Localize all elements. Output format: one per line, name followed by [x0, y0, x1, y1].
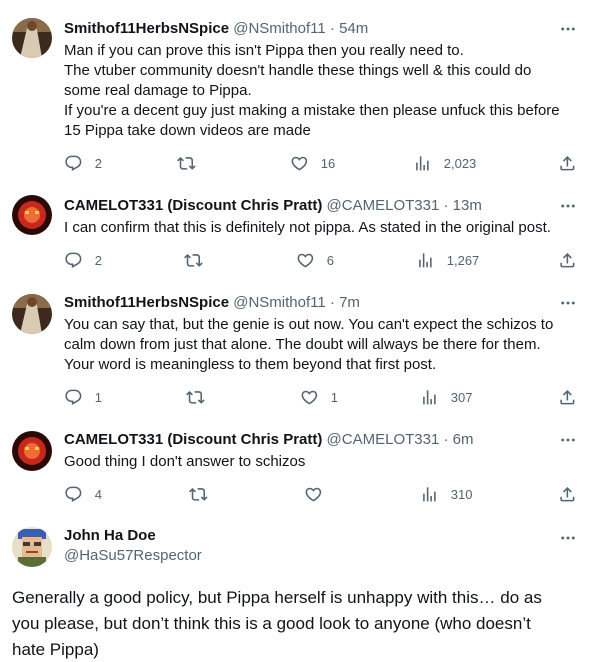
display-name[interactable]: CAMELOT331 (Discount Chris Pratt) [64, 431, 322, 448]
reply-button[interactable]: 2 [64, 153, 102, 173]
like-icon [304, 485, 323, 504]
user-handle[interactable]: @NSmithof11 [233, 20, 325, 37]
repost-button[interactable] [184, 250, 215, 270]
user-handle[interactable]: @CAMELOT331 [327, 197, 440, 214]
user-handle[interactable]: @CAMELOT331 [327, 431, 440, 448]
share-icon [558, 154, 577, 173]
views-button[interactable]: 310 [420, 484, 472, 504]
views-count: 310 [450, 486, 473, 502]
repost-button[interactable] [186, 387, 217, 407]
display-name[interactable]: John Ha Doe [64, 527, 156, 544]
tweet-actions: 2 6 1,267 [0, 250, 603, 270]
reply-icon [64, 485, 83, 504]
reply-count: 4 [94, 486, 102, 502]
display-name[interactable]: Smithof11HerbsNSpice [64, 20, 229, 37]
separator: · [439, 197, 453, 214]
tweet-actions: 2 16 2,023 [0, 153, 603, 173]
like-icon [296, 251, 315, 270]
share-icon [558, 251, 577, 270]
tweet-actions: 4 310 [0, 484, 603, 504]
tweet-text: Good thing I don't answer to schizos [64, 453, 306, 470]
like-count: 16 [320, 155, 336, 171]
reply-tweet[interactable]: Smithof11HerbsNSpice @NSmithof11 · 7m Yo… [0, 280, 603, 420]
tweet-header: John Ha Doe [64, 526, 563, 546]
reply-button[interactable]: 1 [64, 387, 102, 407]
views-button[interactable]: 307 [420, 387, 472, 407]
reply-icon [64, 154, 83, 173]
user-avatar[interactable] [12, 294, 52, 334]
tweet-header: Smithof11HerbsNSpice @NSmithof11 · 54m [64, 19, 563, 39]
more-icon[interactable] [557, 430, 579, 450]
like-icon [290, 154, 309, 173]
views-icon [420, 485, 439, 504]
views-button[interactable]: 1,267 [416, 250, 479, 270]
reply-count: 1 [94, 389, 102, 405]
views-count: 307 [450, 389, 473, 405]
reply-tweet[interactable]: CAMELOT331 (Discount Chris Pratt) @CAMEL… [0, 420, 603, 520]
like-count: 1 [330, 389, 338, 405]
tweet-text: Generally a good policy, but Pippa herse… [12, 588, 542, 659]
reply-count: 2 [94, 155, 102, 171]
timestamp[interactable]: 54m [339, 20, 368, 37]
views-icon [413, 154, 432, 173]
more-icon[interactable] [557, 196, 579, 216]
tweet-actions: 1 1 307 [0, 387, 603, 407]
share-button[interactable] [558, 387, 577, 407]
focused-tweet: John Ha Doe @HaSu57Respector Generally a… [0, 520, 603, 662]
reply-tweet[interactable]: Smithof11HerbsNSpice @NSmithof11 · 54m M… [0, 0, 603, 180]
more-icon[interactable] [557, 19, 579, 39]
reply-tweet[interactable]: CAMELOT331 (Discount Chris Pratt) @CAMEL… [0, 180, 603, 280]
tweet-header: CAMELOT331 (Discount Chris Pratt) @CAMEL… [64, 430, 563, 450]
display-name[interactable]: Smithof11HerbsNSpice [64, 294, 229, 311]
timestamp[interactable]: 7m [339, 294, 360, 311]
user-avatar[interactable] [12, 431, 52, 471]
share-button[interactable] [558, 250, 577, 270]
timestamp[interactable]: 6m [453, 431, 474, 448]
timestamp[interactable]: 13m [453, 197, 482, 214]
user-avatar[interactable] [12, 195, 52, 235]
repost-icon [186, 388, 205, 407]
user-avatar[interactable] [12, 527, 52, 567]
like-button[interactable]: 1 [300, 387, 338, 407]
separator: · [325, 294, 340, 311]
display-name[interactable]: CAMELOT331 (Discount Chris Pratt) [64, 197, 322, 214]
like-button[interactable] [304, 484, 335, 504]
repost-button[interactable] [177, 153, 208, 173]
reply-button[interactable]: 2 [64, 250, 102, 270]
separator: · [325, 20, 340, 37]
repost-icon [177, 154, 196, 173]
views-icon [420, 388, 439, 407]
user-handle[interactable]: @NSmithof11 [233, 294, 325, 311]
repost-icon [189, 485, 208, 504]
more-icon[interactable] [557, 293, 579, 313]
share-button[interactable] [558, 153, 577, 173]
tweet-handle-row: @HaSu57Respector [64, 546, 563, 566]
like-button[interactable]: 16 [290, 153, 335, 173]
tweet-text: Man if you can prove this isn't Pippa th… [64, 42, 560, 139]
tweet-header: CAMELOT331 (Discount Chris Pratt) @CAMEL… [64, 196, 563, 216]
share-button[interactable] [558, 484, 577, 504]
views-count: 1,267 [446, 252, 480, 268]
reply-icon [64, 388, 83, 407]
views-button[interactable]: 2,023 [413, 153, 476, 173]
user-avatar[interactable] [12, 18, 52, 58]
like-icon [300, 388, 319, 407]
views-icon [416, 251, 435, 270]
repost-button[interactable] [189, 484, 220, 504]
like-count: 6 [326, 252, 334, 268]
like-button[interactable]: 6 [296, 250, 334, 270]
separator: · [439, 431, 453, 448]
share-icon [558, 485, 577, 504]
views-count: 2,023 [443, 155, 477, 171]
reply-count: 2 [94, 252, 102, 268]
reply-icon [64, 251, 83, 270]
repost-icon [184, 251, 203, 270]
tweet-text: You can say that, but the genie is out n… [64, 316, 554, 373]
user-handle[interactable]: @HaSu57Respector [64, 547, 202, 564]
share-icon [558, 388, 577, 407]
more-icon[interactable] [557, 528, 579, 548]
reply-button[interactable]: 4 [64, 484, 102, 504]
tweet-header: Smithof11HerbsNSpice @NSmithof11 · 7m [64, 293, 563, 313]
tweet-text: I can confirm that this is definitely no… [64, 219, 551, 236]
